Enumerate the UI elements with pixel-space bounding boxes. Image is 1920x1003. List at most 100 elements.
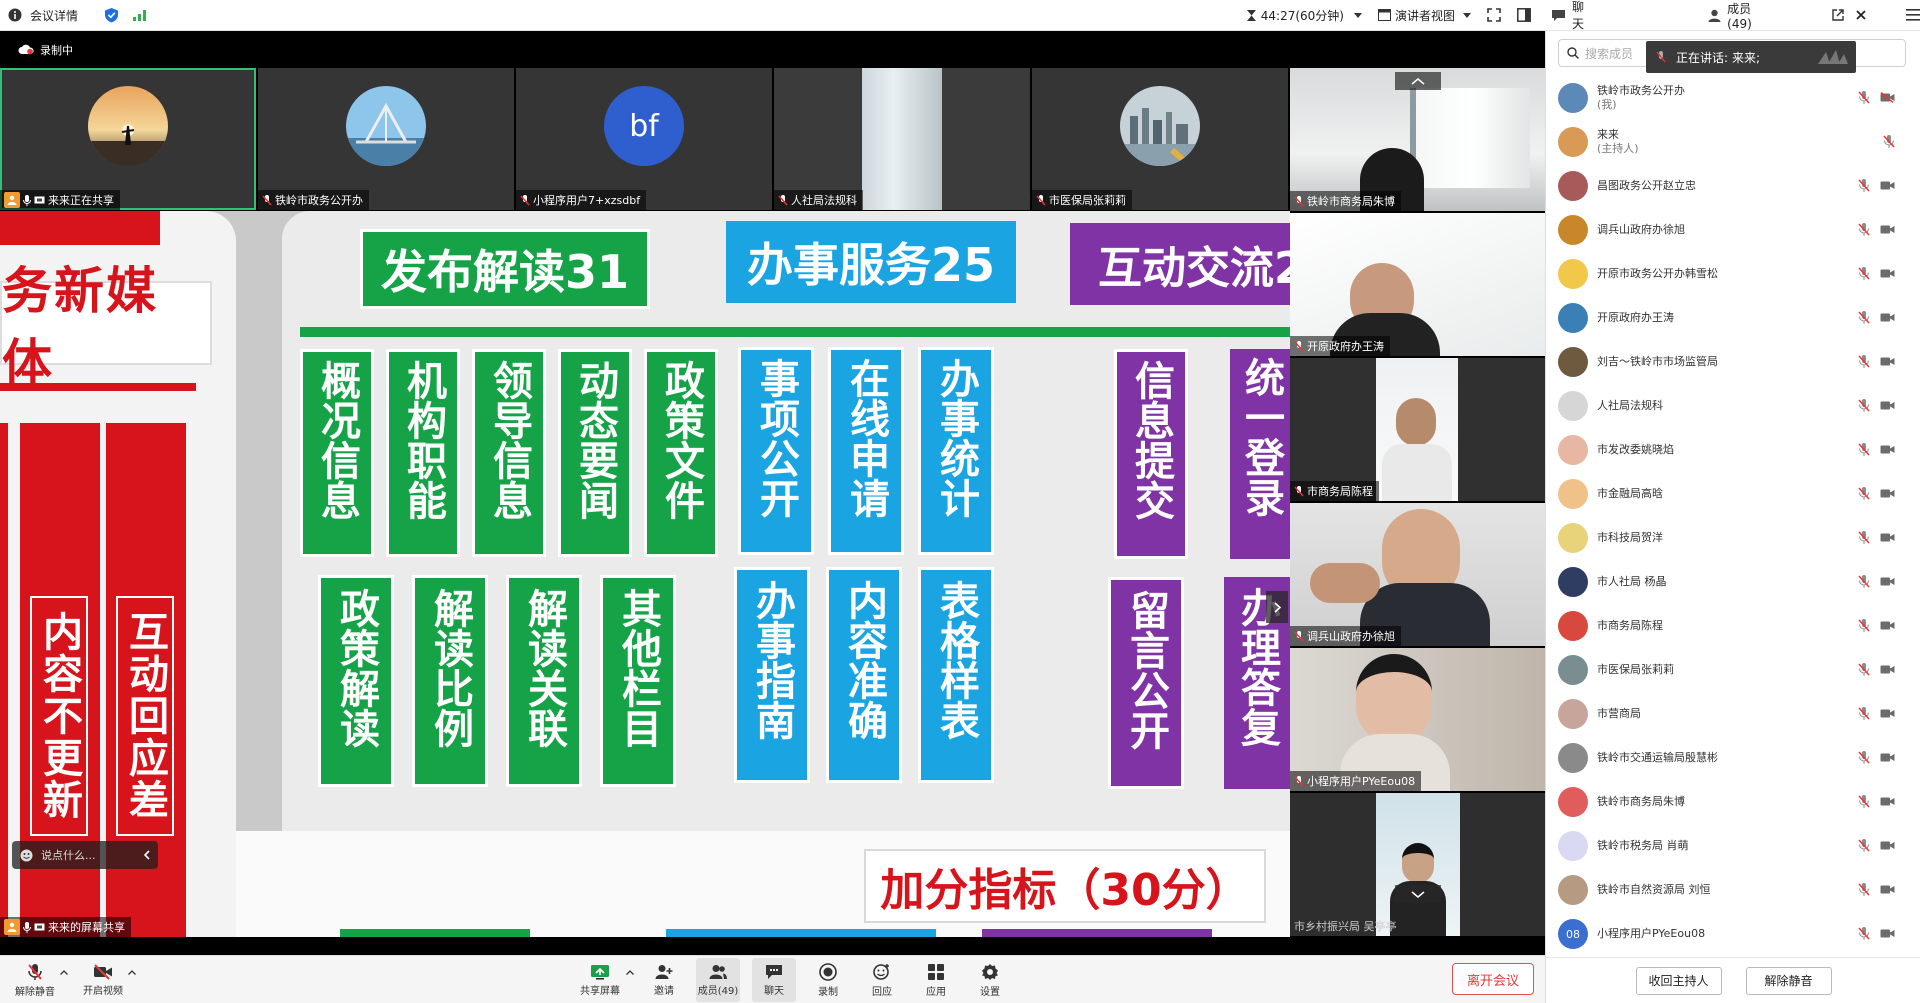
camera-icon[interactable]: [1880, 619, 1895, 632]
camera-icon[interactable]: [1880, 223, 1895, 236]
meeting-details-button[interactable]: 会议详情: [30, 7, 78, 24]
record-button[interactable]: 录制: [806, 958, 850, 1002]
chat-overlay-input[interactable]: 说点什么...: [12, 841, 158, 869]
camera-icon[interactable]: [1880, 443, 1895, 456]
video-tile[interactable]: 调兵山政府办徐旭: [1290, 503, 1545, 646]
member-row[interactable]: 铁岭市政务公开办 (我): [1546, 76, 1920, 120]
start-video-button[interactable]: 开启视频: [80, 958, 126, 1002]
video-tile[interactable]: 市乡村振兴局 吴亭亭: [1290, 793, 1545, 936]
video-tile[interactable]: 小程序用户PYeEou08: [1290, 648, 1545, 791]
camera-icon[interactable]: [1880, 575, 1895, 588]
camera-icon[interactable]: [1880, 267, 1895, 280]
member-row[interactable]: 铁岭市商务局朱博: [1546, 780, 1920, 824]
camera-icon[interactable]: [1880, 795, 1895, 808]
timer-display[interactable]: 44:27(60分钟): [1246, 7, 1362, 24]
mic-muted-icon[interactable]: [1858, 663, 1870, 676]
reaction-button[interactable]: 回应: [860, 958, 904, 1002]
camera-icon[interactable]: [1880, 883, 1895, 896]
member-row[interactable]: 调兵山政府办徐旭: [1546, 208, 1920, 252]
invite-button[interactable]: 邀请: [642, 958, 686, 1002]
camera-icon[interactable]: [1880, 927, 1895, 940]
unmute-button[interactable]: 解除静音: [12, 958, 58, 1002]
recording-indicator[interactable]: 录制中: [0, 31, 1290, 68]
mic-muted-icon[interactable]: [1858, 619, 1870, 632]
sidebar-toggle-icon[interactable]: [1517, 8, 1531, 22]
member-row[interactable]: 来来 (主持人): [1546, 120, 1920, 164]
camera-off-icon[interactable]: [1880, 91, 1895, 104]
settings-button[interactable]: 设置: [968, 958, 1012, 1002]
mic-muted-icon[interactable]: [1858, 751, 1870, 764]
participant-tile[interactable]: bf 小程序用户7+xzsdbf: [516, 68, 772, 210]
mic-muted-icon[interactable]: [1858, 223, 1870, 236]
member-row[interactable]: 开原政府办王涛: [1546, 296, 1920, 340]
tab-chat[interactable]: 聊天: [1551, 0, 1592, 32]
member-row[interactable]: 08 小程序用户PYeEou08: [1546, 912, 1920, 956]
mic-muted-icon[interactable]: [1858, 267, 1870, 280]
chevron-up-icon[interactable]: [60, 970, 68, 975]
mic-muted-icon[interactable]: [1858, 883, 1870, 896]
mic-muted-icon[interactable]: [1858, 399, 1870, 412]
participant-tile[interactable]: 来来正在共享: [0, 68, 256, 210]
collapse-up-button[interactable]: [1395, 72, 1441, 90]
mic-muted-icon[interactable]: [1858, 839, 1870, 852]
collapse-down-button[interactable]: [1395, 885, 1441, 903]
members-button[interactable]: 成员(49): [696, 958, 740, 1002]
camera-icon[interactable]: [1880, 839, 1895, 852]
member-row[interactable]: 铁岭市税务局 肖萌: [1546, 824, 1920, 868]
mic-muted-icon[interactable]: [1858, 355, 1870, 368]
mic-muted-icon[interactable]: [1858, 91, 1870, 104]
info-icon[interactable]: [8, 8, 22, 22]
leave-meeting-button[interactable]: 离开会议: [1452, 963, 1534, 995]
camera-icon[interactable]: [1880, 355, 1895, 368]
apps-button[interactable]: 应用: [914, 958, 958, 1002]
member-row[interactable]: 昌图政务公开赵立忠: [1546, 164, 1920, 208]
mic-muted-icon[interactable]: [1858, 795, 1870, 808]
mic-muted-icon[interactable]: [1858, 531, 1870, 544]
chevron-up-icon[interactable]: [626, 970, 634, 975]
signal-strength-icon[interactable]: [133, 9, 147, 21]
close-icon[interactable]: [1856, 10, 1866, 20]
member-row[interactable]: 市营商局: [1546, 692, 1920, 736]
chevron-left-icon[interactable]: [144, 850, 150, 860]
member-row[interactable]: 市发改委姚晓焰: [1546, 428, 1920, 472]
camera-icon[interactable]: [1880, 663, 1895, 676]
member-row[interactable]: 铁岭市自然资源局 刘恒: [1546, 868, 1920, 912]
next-page-button[interactable]: [1266, 591, 1288, 623]
emoji-icon[interactable]: [20, 849, 33, 862]
camera-icon[interactable]: [1880, 751, 1895, 764]
chevron-up-icon[interactable]: [128, 970, 136, 975]
camera-icon[interactable]: [1880, 531, 1895, 544]
member-row[interactable]: 市金融局高晗: [1546, 472, 1920, 516]
security-shield-icon[interactable]: [104, 7, 119, 23]
mic-muted-icon[interactable]: [1858, 927, 1870, 940]
video-tile[interactable]: 铁岭市商务局朱博: [1290, 68, 1545, 211]
video-tile[interactable]: 开原政府办王涛: [1290, 213, 1545, 356]
camera-icon[interactable]: [1880, 707, 1895, 720]
camera-icon[interactable]: [1880, 399, 1895, 412]
member-row[interactable]: 铁岭市交通运输局殷慧彬: [1546, 736, 1920, 780]
member-row[interactable]: 开原市政务公开办韩雪松: [1546, 252, 1920, 296]
popout-icon[interactable]: [1832, 9, 1844, 21]
mic-muted-icon[interactable]: [1858, 443, 1870, 456]
mic-muted-icon[interactable]: [1858, 707, 1870, 720]
unmute-all-button[interactable]: 解除静音: [1745, 966, 1832, 995]
mic-muted-icon[interactable]: [1858, 311, 1870, 324]
camera-icon[interactable]: [1880, 487, 1895, 500]
member-row[interactable]: 市医保局张莉莉: [1546, 648, 1920, 692]
mic-muted-icon[interactable]: [1858, 575, 1870, 588]
mic-muted-icon[interactable]: [1858, 179, 1870, 192]
chat-button[interactable]: 聊天: [752, 958, 796, 1002]
participant-tile[interactable]: 人社局法规科: [774, 68, 1030, 210]
view-mode-dropdown[interactable]: 演讲者视图: [1377, 7, 1471, 24]
member-row[interactable]: 市科技局贺洋: [1546, 516, 1920, 560]
share-screen-button[interactable]: 共享屏幕: [576, 958, 624, 1002]
participant-tile[interactable]: 市医保局张莉莉: [1032, 68, 1288, 210]
member-row[interactable]: 市商务局陈程: [1546, 604, 1920, 648]
video-tile[interactable]: 市商务局陈程: [1290, 358, 1545, 501]
member-row[interactable]: 刘吉～铁岭市市场监管局: [1546, 340, 1920, 384]
member-row[interactable]: 人社局法规科: [1546, 384, 1920, 428]
camera-icon[interactable]: [1880, 179, 1895, 192]
member-row[interactable]: 市人社局 杨晶: [1546, 560, 1920, 604]
menu-icon[interactable]: [1906, 9, 1920, 21]
reclaim-host-button[interactable]: 收回主持人: [1635, 966, 1722, 995]
